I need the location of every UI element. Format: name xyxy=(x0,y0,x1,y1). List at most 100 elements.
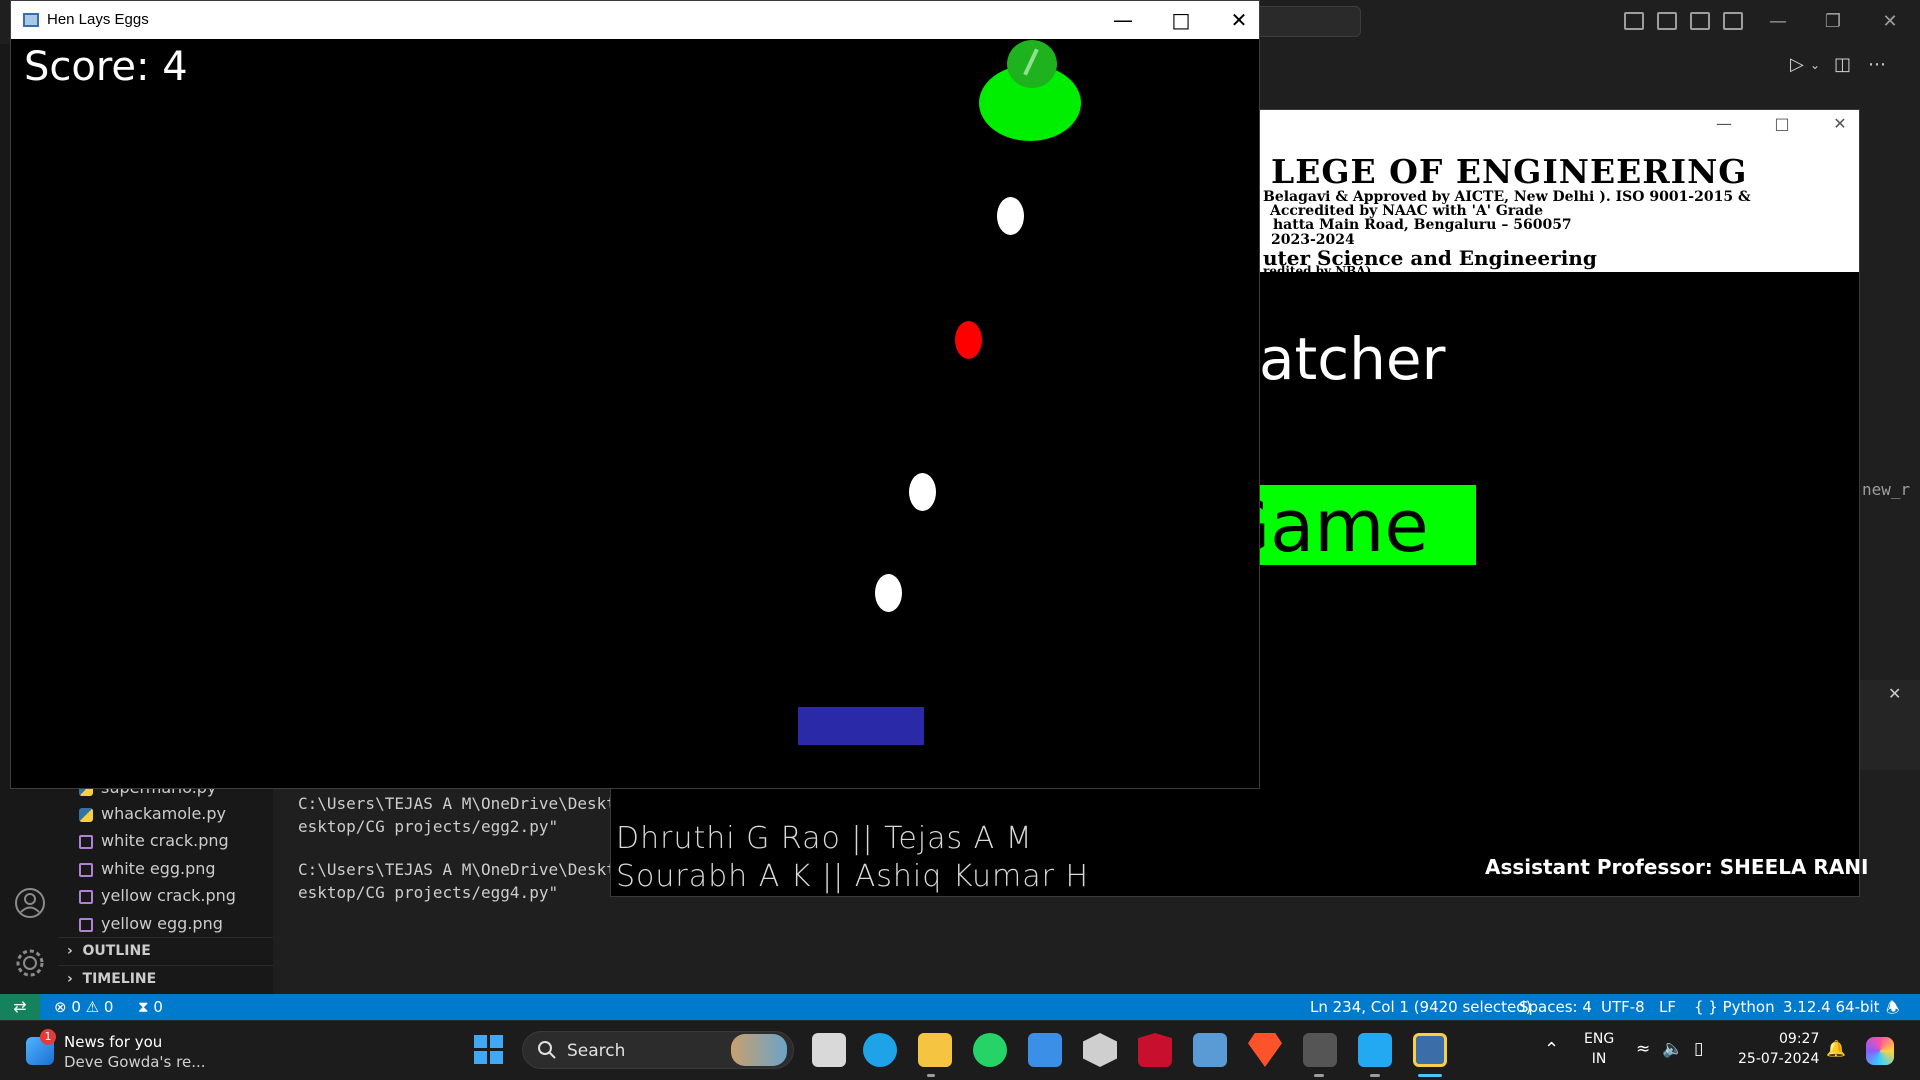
indentation[interactable]: Spaces: 4 xyxy=(1519,998,1592,1016)
windows-start-icon[interactable] xyxy=(474,1035,504,1065)
volume-icon[interactable]: 🔈 xyxy=(1662,1039,1683,1059)
news-subtitle: Deve Gowda's re... xyxy=(64,1053,206,1071)
split-editor-icon[interactable]: ◫ xyxy=(1834,54,1851,75)
more-actions-icon[interactable]: ⋯ xyxy=(1868,54,1886,75)
close-icon[interactable]: ✕ xyxy=(1210,1,1268,39)
white-egg xyxy=(909,473,936,511)
edge-icon[interactable] xyxy=(863,1033,897,1067)
python-interpreter[interactable]: 3.12.4 64-bit xyxy=(1783,998,1880,1016)
window-title: Hen Lays Eggs xyxy=(47,11,149,28)
terminal-line: esktop/CG projects/egg4.py" xyxy=(298,883,559,902)
brave-icon[interactable] xyxy=(1248,1033,1282,1067)
battery-icon[interactable]: ▯ xyxy=(1694,1039,1703,1059)
mcafee-icon[interactable] xyxy=(1138,1033,1172,1067)
white-egg xyxy=(997,197,1024,235)
running-indicator xyxy=(1314,1074,1324,1077)
explorer-panel: supermario.py whackamole.py white crack.… xyxy=(59,778,273,994)
terminal-icon[interactable] xyxy=(1303,1033,1337,1067)
file-item[interactable]: whackamole.py xyxy=(79,804,226,830)
running-indicator xyxy=(927,1074,935,1077)
line-ending[interactable]: LF xyxy=(1659,998,1676,1016)
app-icon xyxy=(23,13,39,27)
image-file-icon xyxy=(79,889,93,904)
vscode-minimize-icon[interactable]: — xyxy=(1758,8,1798,36)
notification-bell-icon[interactable]: 🔔 xyxy=(1826,1039,1846,1058)
game-window: Hen Lays Eggs — □ ✕ Score: 4 xyxy=(10,0,1260,789)
menu-minimize-icon[interactable]: — xyxy=(1704,114,1744,133)
image-file-icon xyxy=(79,862,93,877)
terminal-line: esktop/CG projects/egg2.py" xyxy=(298,817,559,836)
run-python-icon[interactable]: ▷ xyxy=(1790,54,1804,75)
cursor-position[interactable]: Ln 234, Col 1 (9420 selected) xyxy=(1310,998,1532,1016)
nba-accreditation: redited by NBA) xyxy=(1263,264,1372,272)
whatsapp-icon[interactable] xyxy=(973,1033,1007,1067)
outline-section[interactable]: › OUTLINE xyxy=(59,937,273,963)
encoding[interactable]: UTF-8 xyxy=(1601,998,1645,1016)
news-widget[interactable]: 1 News for you Deve Gowda's re... xyxy=(22,1029,212,1073)
team-line: Sourabh A K || Ashiq Kumar H xyxy=(616,859,1090,894)
toggle-secondary-sidebar-icon[interactable] xyxy=(1690,12,1710,30)
clock[interactable]: 09:27 25-07-2024 xyxy=(1738,1029,1819,1069)
unity-icon[interactable] xyxy=(1083,1033,1117,1067)
close-panel-icon[interactable]: ✕ xyxy=(1888,684,1901,703)
toggle-sidebar-icon[interactable] xyxy=(1624,12,1644,30)
settings-gear-icon[interactable] xyxy=(13,946,47,980)
problems-indicator[interactable]: ⊗ 0 ⚠ 0 xyxy=(54,998,113,1016)
image-file-icon xyxy=(79,917,93,932)
menu-maximize-icon[interactable]: □ xyxy=(1762,114,1802,133)
account-icon[interactable] xyxy=(13,886,47,920)
vscode-restore-icon[interactable]: ❐ xyxy=(1813,8,1853,36)
file-item[interactable]: white crack.png xyxy=(79,831,229,857)
editor-tab-hint: new_r xyxy=(1862,480,1911,499)
college-name: LEGE OF ENGINEERING xyxy=(1271,152,1748,191)
task-view-icon[interactable] xyxy=(812,1033,846,1067)
guide-label: Assistant Professor: SHEELA RANI xyxy=(1485,855,1869,879)
red-egg xyxy=(955,321,982,359)
side-panel-strip: ✕ xyxy=(1860,680,1920,770)
terminal-line: C:\Users\TEJAS A M\OneDrive\Desktop xyxy=(298,794,636,813)
toggle-panel-icon[interactable] xyxy=(1657,12,1677,30)
status-bar: ⇄ ⊗ 0 ⚠ 0 ⧗ 0 Ln 234, Col 1 (9420 select… xyxy=(0,994,1920,1020)
college-address: hatta Main Road, Bengaluru – 560057 xyxy=(1273,217,1572,233)
python-file-icon xyxy=(79,807,93,822)
search-icon xyxy=(538,1041,556,1059)
copilot-icon[interactable] xyxy=(1866,1037,1894,1065)
language-mode[interactable]: { } Python xyxy=(1694,998,1775,1016)
microsoft-store-icon[interactable] xyxy=(1028,1033,1062,1067)
file-item[interactable]: white egg.png xyxy=(79,859,216,885)
remote-indicator-icon[interactable]: ⇄ xyxy=(0,994,40,1020)
wifi-icon[interactable]: ≈ xyxy=(1636,1039,1650,1059)
game-window-titlebar[interactable]: Hen Lays Eggs — □ ✕ xyxy=(11,1,1259,39)
editor-actions: ▷ ⌄ ◫ ⋯ xyxy=(1790,54,1910,80)
file-item[interactable]: yellow crack.png xyxy=(79,886,236,912)
team-members: Dhruthi G Rao || Tejas A M Sourabh A K |… xyxy=(616,820,1089,896)
windows-taskbar: 1 News for you Deve Gowda's re... Search… xyxy=(0,1020,1920,1080)
vscode-close-icon[interactable]: ✕ xyxy=(1870,8,1910,36)
news-badge: 1 xyxy=(40,1029,56,1045)
show-hidden-icons-icon[interactable]: ⌃ xyxy=(1544,1039,1559,1060)
score-display: Score: 4 xyxy=(24,44,188,90)
search-label: Search xyxy=(567,1041,626,1061)
news-title: News for you xyxy=(64,1033,163,1051)
python-icon[interactable] xyxy=(1413,1033,1447,1067)
image-file-icon xyxy=(79,834,93,849)
customize-layout-icon[interactable] xyxy=(1723,12,1743,30)
vscode-icon[interactable] xyxy=(1358,1033,1392,1067)
catcher-basket[interactable] xyxy=(798,707,924,745)
timeline-section[interactable]: › TIMELINE xyxy=(59,965,273,991)
file-explorer-icon[interactable] xyxy=(918,1033,952,1067)
team-line: Dhruthi G Rao || Tejas A M xyxy=(616,821,1033,856)
menu-close-icon[interactable]: ✕ xyxy=(1820,114,1860,133)
maximize-icon[interactable]: □ xyxy=(1152,1,1210,39)
ports-indicator[interactable]: ⧗ 0 xyxy=(138,998,163,1016)
active-indicator xyxy=(1418,1074,1442,1077)
search-highlight-image xyxy=(731,1034,787,1066)
game-title: atcher xyxy=(1259,325,1446,393)
run-dropdown-icon[interactable]: ⌄ xyxy=(1810,58,1820,72)
minimize-icon[interactable]: — xyxy=(1094,1,1152,39)
taskbar-search-box[interactable]: Search xyxy=(522,1031,794,1069)
game-canvas[interactable]: Score: 4 xyxy=(11,39,1259,788)
running-indicator xyxy=(1370,1074,1380,1077)
input-language[interactable]: ENG IN xyxy=(1584,1029,1614,1069)
photos-icon[interactable] xyxy=(1193,1033,1227,1067)
